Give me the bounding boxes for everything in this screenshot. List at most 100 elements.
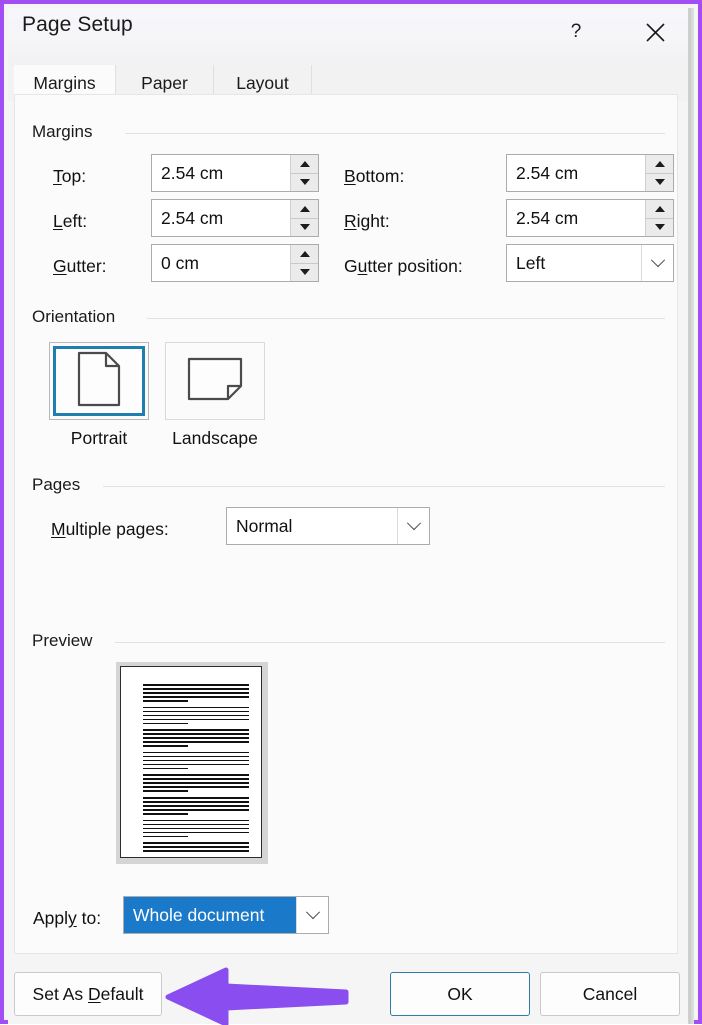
preview-text-line <box>143 823 249 826</box>
preview-text-line <box>143 759 249 762</box>
spinner-margin-bottom[interactable] <box>645 155 673 191</box>
preview-text-line <box>143 729 249 731</box>
preview-text-line <box>143 688 249 690</box>
orientation-landscape-label: Landscape <box>172 428 258 448</box>
preview-text-line-short <box>143 700 188 702</box>
spinner-up-margin-top[interactable] <box>291 155 318 174</box>
spinner-down-margin-bottom[interactable] <box>646 173 673 191</box>
preview-text-line-short <box>143 790 188 792</box>
spinner-down-margin-left[interactable] <box>291 218 318 236</box>
preview-text-line <box>143 733 249 735</box>
page-setup-dialog: Page Setup ? Margins Paper Layout Margin… <box>8 8 688 1024</box>
preview-text-line <box>143 831 249 834</box>
screenshot-frame: Page Setup ? Margins Paper Layout Margin… <box>0 0 702 1025</box>
input-margin-right[interactable]: 2.54 cm <box>506 199 674 237</box>
close-button[interactable] <box>632 8 678 56</box>
spinner-margin-right[interactable] <box>645 200 673 236</box>
title-bar: Page Setup ? <box>8 8 688 58</box>
dialog-button-bar: Set As Default OK Cancel <box>8 963 688 1024</box>
preview-text-line <box>143 827 249 830</box>
question-mark-icon: ? <box>570 21 582 42</box>
page-preview <box>116 662 268 864</box>
chevron-down-icon[interactable] <box>641 245 673 281</box>
spinner-margin-top[interactable] <box>290 155 318 191</box>
preview-text-line-short <box>143 722 188 725</box>
label-top: Top: <box>53 166 87 186</box>
preview-text-line <box>143 819 249 822</box>
label-bottom: Bottom: <box>344 166 405 186</box>
group-rule-pages <box>103 486 665 487</box>
preview-text-line <box>143 696 249 698</box>
input-margin-right-value: 2.54 cm <box>516 207 579 228</box>
group-rule-preview <box>115 642 665 643</box>
set-as-default-button[interactable]: Set As Default <box>14 972 162 1016</box>
spinner-down-margin-right[interactable] <box>646 218 673 236</box>
help-button[interactable]: ? <box>553 8 599 56</box>
preview-text-line <box>143 692 249 694</box>
group-rule-orientation <box>147 318 665 319</box>
portrait-page-icon <box>77 351 121 412</box>
preview-text-line <box>143 710 249 713</box>
preview-text-line <box>143 850 249 852</box>
input-margin-left[interactable]: 2.54 cm <box>151 199 319 237</box>
preview-text-line <box>143 684 249 686</box>
preview-text-line <box>143 706 249 709</box>
preview-text-line-short <box>143 767 188 770</box>
dropdown-apply-to-value: Whole document <box>124 897 296 933</box>
ok-button[interactable]: OK <box>390 972 530 1016</box>
preview-text-line <box>143 805 249 807</box>
label-right: Right: <box>344 211 390 231</box>
orientation-landscape-option[interactable] <box>165 342 265 420</box>
input-margin-bottom-value: 2.54 cm <box>516 162 579 183</box>
group-label-orientation: Orientation <box>32 307 124 327</box>
preview-text-line <box>143 714 249 717</box>
preview-text-line <box>143 797 249 799</box>
spinner-up-margin-left[interactable] <box>291 200 318 219</box>
dropdown-gutter-position[interactable]: Left <box>506 244 674 282</box>
group-label-pages: Pages <box>32 475 89 495</box>
label-gutter: Gutter: <box>53 256 107 276</box>
label-gutter-position: Gutter position: <box>344 256 463 276</box>
spinner-gutter[interactable] <box>290 245 318 281</box>
preview-text-line <box>143 846 249 848</box>
group-label-preview: Preview <box>32 631 101 651</box>
preview-text-line <box>143 755 249 758</box>
chevron-down-icon[interactable] <box>296 897 328 933</box>
orientation-portrait-option[interactable] <box>49 342 149 420</box>
spinner-up-margin-right[interactable] <box>646 200 673 219</box>
input-gutter-value: 0 cm <box>161 252 199 273</box>
page-title: Page Setup <box>22 13 133 36</box>
dropdown-multiple-pages[interactable]: Normal <box>226 507 430 545</box>
preview-text-line <box>143 786 249 788</box>
chevron-down-icon[interactable] <box>397 508 429 544</box>
spinner-up-margin-bottom[interactable] <box>646 155 673 174</box>
preview-text-line-short <box>143 813 188 815</box>
preview-text-line-short <box>143 835 188 838</box>
spinner-margin-left[interactable] <box>290 200 318 236</box>
label-apply-to: Apply to: <box>33 908 102 928</box>
cancel-button[interactable]: Cancel <box>540 972 680 1016</box>
spinner-up-gutter[interactable] <box>291 245 318 264</box>
input-margin-top-value: 2.54 cm <box>161 162 224 183</box>
page-preview-sheet <box>120 666 262 858</box>
preview-text-line <box>143 737 249 739</box>
spinner-down-gutter[interactable] <box>291 263 318 281</box>
input-gutter[interactable]: 0 cm <box>151 244 319 282</box>
preview-text-line <box>143 842 249 844</box>
dropdown-multiple-pages-value: Normal <box>236 515 293 536</box>
preview-text-line <box>143 751 249 754</box>
preview-text-line <box>143 741 249 743</box>
preview-text-line <box>143 778 249 780</box>
preview-text-line <box>143 718 249 721</box>
input-margin-bottom[interactable]: 2.54 cm <box>506 154 674 192</box>
preview-text-line <box>143 774 249 776</box>
preview-text-line <box>143 763 249 766</box>
label-left: Left: <box>53 211 88 231</box>
spinner-down-margin-top[interactable] <box>291 173 318 191</box>
preview-text-line-short <box>143 745 188 747</box>
input-margin-top[interactable]: 2.54 cm <box>151 154 319 192</box>
landscape-page-icon <box>187 357 243 406</box>
preview-text-line <box>143 782 249 784</box>
preview-text-line <box>143 801 249 803</box>
dropdown-apply-to[interactable]: Whole document <box>123 896 329 934</box>
